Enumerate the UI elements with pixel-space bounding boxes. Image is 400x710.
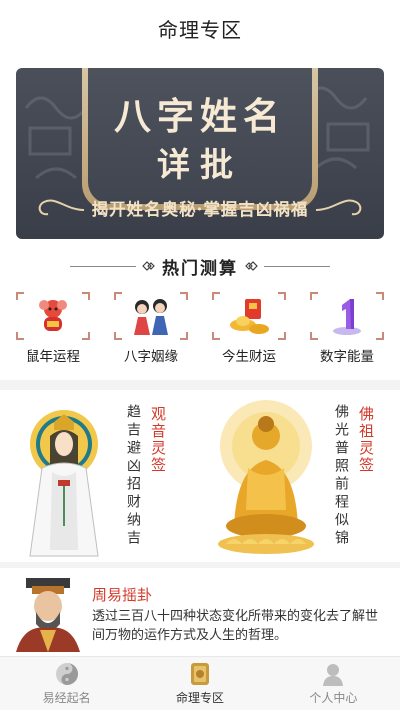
number-one-icon (333, 299, 361, 335)
fozu-card[interactable]: 佛祖灵签 佛光普照前程似锦 (204, 392, 400, 562)
guanyin-figure-icon (29, 410, 99, 557)
bazi-banner[interactable]: 八字姓名 详批 揭开姓名奥秘·掌握吉凶祸福 (16, 68, 384, 239)
zhouyi-desc: 透过三百八十四种状态变化所带来的变化去了解世间万物的运作方式及人生的哲理。 (92, 609, 379, 643)
tab-label: 命理专区 (175, 691, 224, 705)
top-navbar: 命理专区 (0, 0, 400, 56)
hot-section-title: 热门测算 (162, 258, 238, 279)
rat-icon (39, 300, 67, 331)
hot-item-label: 数字能量 (320, 349, 374, 365)
hot-item-bazi-marriage[interactable]: 八字姻缘 (106, 292, 196, 368)
couple-icon (134, 299, 168, 335)
hot-item-wealth[interactable]: 今生财运 (204, 292, 294, 368)
tab-mingli[interactable]: 命理专区 (133, 657, 266, 710)
guanyin-desc: 趋吉避凶招财纳吉 (125, 404, 141, 548)
hot-section-heading: 热门测算 (0, 254, 400, 279)
diamond-ornament-icon (142, 261, 155, 271)
hot-items-grid: 鼠年运程 八字姻缘 今生财运 数字能量 (0, 292, 400, 368)
hot-item-label: 八字姻缘 (124, 349, 178, 365)
section-divider (0, 380, 400, 390)
tab-label: 易经起名 (42, 691, 91, 705)
hot-item-number-energy[interactable]: 数字能量 (302, 292, 392, 368)
hot-item-label: 鼠年运程 (26, 349, 80, 365)
bottom-tab-bar: 易经起名 命理专区 个人中心 (0, 656, 400, 710)
fozu-desc: 佛光普照前程似锦 (333, 404, 349, 548)
page-title: 命理专区 (158, 17, 242, 42)
banner-title-line2: 详批 (157, 145, 243, 184)
tab-yijing-naming[interactable]: 易经起名 (0, 657, 133, 710)
buddha-figure-icon (218, 400, 314, 554)
hot-item-label: 今生财运 (222, 349, 276, 365)
zhouyi-card[interactable]: 周易摇卦 透过三百八十四种状态变化所带来的变化去了解世间万物的运作方式及人生的哲… (0, 568, 400, 652)
tab-personal-center[interactable]: 个人中心 (267, 657, 400, 710)
guanyin-title: 观音灵签 (149, 406, 167, 474)
banner-title-line1: 八字姓名 (114, 94, 286, 138)
fozu-title: 佛祖灵签 (357, 406, 375, 474)
banner-tagline: 揭开姓名奥秘·掌握吉凶祸福 (91, 200, 309, 219)
hot-item-rat-year[interactable]: 鼠年运程 (8, 292, 98, 368)
diamond-ornament-icon (245, 261, 258, 271)
yinyang-icon (55, 663, 78, 685)
gold-ingot-icon (230, 299, 269, 334)
tab-label: 个人中心 (309, 691, 358, 705)
emperor-figure-icon (16, 578, 80, 652)
person-icon (323, 664, 344, 686)
guanyin-card[interactable]: 观音灵签 趋吉避凶招财纳吉 (0, 392, 196, 562)
book-icon (190, 663, 209, 685)
zhouyi-title: 周易摇卦 (92, 586, 153, 604)
